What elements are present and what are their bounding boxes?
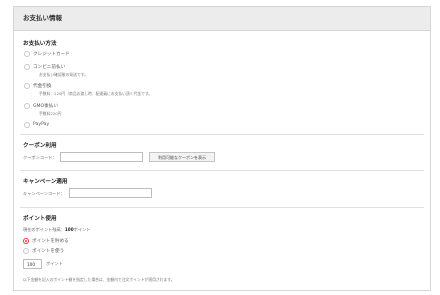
points-balance-label: 現在のポイント残高： <box>23 227 65 232</box>
option-label-gmo-deferred: GMO後払い <box>33 104 58 109</box>
points-amount-unit: ポイント <box>46 261 63 266</box>
show-available-coupons-button[interactable]: 利用可能なクーポンを表示 <box>149 152 215 162</box>
option-note-convenience-store: お支払い確認後の発送です。 <box>39 72 88 77</box>
points-balance-value: 100 <box>64 227 74 232</box>
option-note-cash-on-delivery: 手数料：220円（商品お渡し時、配達員にお支払い頂く代金です。 <box>39 91 153 96</box>
radio-paypay[interactable] <box>24 122 30 128</box>
coupon-code-input[interactable] <box>60 152 143 162</box>
option-note-gmo-deferred: 手数料220円 <box>39 111 62 116</box>
points-balance-unit: ポイント <box>73 227 91 232</box>
option-label-save-points: ポイントを貯める <box>32 239 69 244</box>
option-label-paypay: PayPay <box>33 122 50 127</box>
radio-convenience-store[interactable] <box>24 64 30 70</box>
option-label-convenience-store: コンビニ前払い <box>33 65 66 70</box>
divider <box>20 134 424 135</box>
campaign-heading: キャンペーン適用 <box>23 179 68 185</box>
payment-info-panel: お支払い情報 お支払い方法 クレジットカード コンビニ前払い お支払い確認後の発… <box>13 6 431 291</box>
points-note: 以下金額を記入のポイント額を指定した場合は、金額内で注文ポイントが適用されます。 <box>23 277 175 282</box>
radio-use-points[interactable] <box>23 248 29 254</box>
points-balance: 現在のポイント残高：100ポイント <box>23 227 90 233</box>
radio-gmo-deferred[interactable] <box>24 103 30 109</box>
coupon-code-label: クーポンコード： <box>23 155 57 160</box>
points-heading: ポイント使用 <box>23 216 57 222</box>
radio-cash-on-delivery[interactable] <box>24 83 30 89</box>
campaign-code-input[interactable] <box>69 188 152 198</box>
divider <box>20 207 424 208</box>
payment-method-heading: お支払い方法 <box>23 41 57 47</box>
option-label-cash-on-delivery: 代金引換 <box>33 84 52 89</box>
panel-title: お支払い情報 <box>14 7 430 31</box>
divider <box>20 170 424 171</box>
points-amount-input[interactable] <box>23 259 42 269</box>
radio-save-points[interactable] <box>23 238 29 244</box>
option-label-use-points: ポイントを使う <box>32 249 65 254</box>
option-label-credit-card: クレジットカード <box>33 52 70 57</box>
coupon-heading: クーポン利用 <box>23 143 57 149</box>
campaign-code-label: キャンペーンコード： <box>23 191 65 196</box>
radio-credit-card[interactable] <box>24 51 30 57</box>
